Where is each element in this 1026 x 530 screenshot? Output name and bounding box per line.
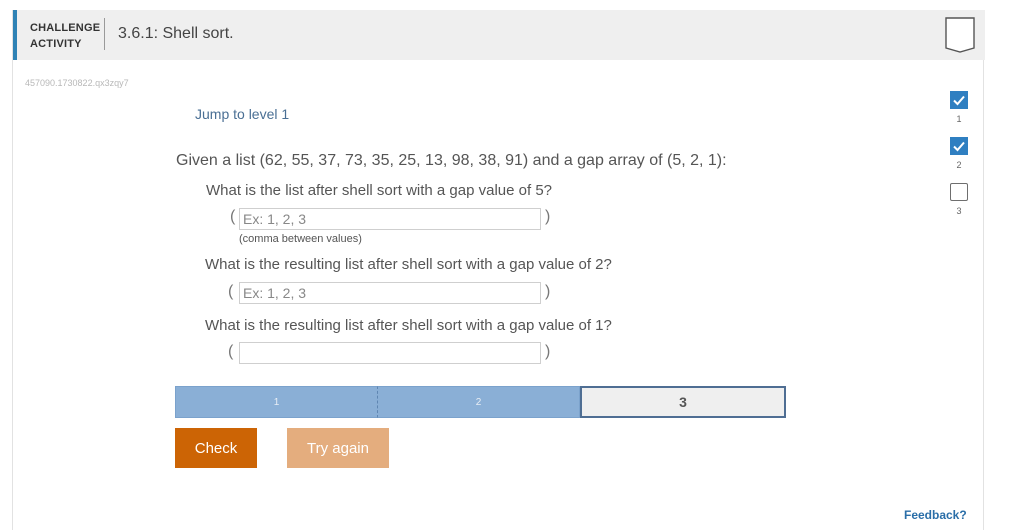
question-part-1-label: What is the list after shell sort with a…: [206, 182, 553, 199]
progress-level-1[interactable]: 1: [949, 91, 969, 124]
activity-type-line2: ACTIVITY: [30, 38, 82, 50]
check-button[interactable]: Check: [175, 428, 257, 468]
open-paren: (: [228, 343, 234, 360]
open-paren: (: [230, 208, 236, 225]
open-paren: (: [228, 283, 234, 300]
checkmark-icon: [950, 137, 968, 155]
progress-level-2[interactable]: 2: [949, 137, 969, 170]
progress-level-number: 1: [956, 114, 962, 124]
close-paren: ): [545, 343, 551, 360]
activity-type-label: CHALLENGE ACTIVITY: [30, 20, 100, 52]
progress-level-number: 3: [956, 206, 962, 216]
level-3-tab[interactable]: 3: [580, 386, 786, 418]
try-again-button[interactable]: Try again: [287, 428, 389, 468]
jump-to-level-link[interactable]: Jump to level 1: [195, 106, 289, 122]
level-2-tab[interactable]: 2: [378, 386, 580, 418]
progress-level-number: 2: [956, 160, 962, 170]
challenge-activity-card: CHALLENGE ACTIVITY 3.6.1: Shell sort. 45…: [12, 10, 985, 530]
close-paren: ): [545, 283, 551, 300]
gap-1-answer-input[interactable]: [239, 342, 541, 364]
question-part-3-label: What is the resulting list after shell s…: [205, 317, 612, 334]
header-divider: [104, 18, 105, 50]
empty-checkbox-icon: [950, 183, 968, 201]
checkmark-icon: [950, 91, 968, 109]
activity-id: 457090.1730822.qx3zqy7: [25, 78, 129, 88]
activity-type-line1: CHALLENGE: [30, 22, 101, 34]
level-selector: 1 2 3: [175, 386, 786, 418]
question-prompt: Given a list (62, 55, 37, 73, 35, 25, 13…: [176, 152, 727, 169]
activity-header: CHALLENGE ACTIVITY 3.6.1: Shell sort.: [13, 10, 985, 60]
gap-5-answer-input[interactable]: [239, 208, 541, 230]
question-part-2-label: What is the resulting list after shell s…: [205, 256, 612, 273]
bookmark-icon[interactable]: [945, 17, 975, 53]
input-format-hint: (comma between values): [239, 233, 362, 245]
close-paren: ): [545, 208, 551, 225]
progress-level-3[interactable]: 3: [949, 183, 969, 216]
level-1-tab[interactable]: 1: [175, 386, 378, 418]
activity-title: 3.6.1: Shell sort.: [118, 25, 234, 42]
gap-2-answer-input[interactable]: [239, 282, 541, 304]
